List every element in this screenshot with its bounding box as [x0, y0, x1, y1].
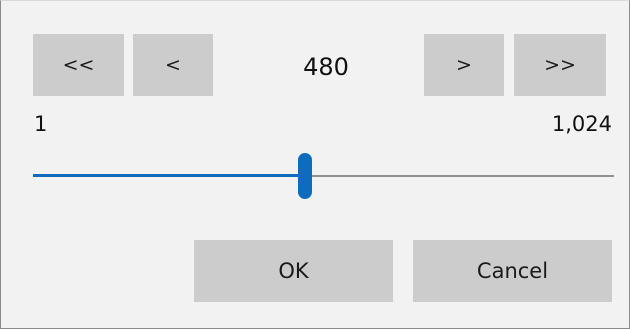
range-max-label: 1,024 — [551, 112, 612, 136]
slider-track-remaining — [305, 175, 614, 177]
slider-thumb[interactable] — [298, 153, 312, 199]
cancel-button[interactable]: Cancel — [413, 240, 612, 302]
last-page-button[interactable]: >> — [514, 34, 606, 96]
value-slider[interactable] — [33, 153, 614, 199]
next-page-button[interactable]: > — [424, 34, 504, 96]
ok-button[interactable]: OK — [194, 240, 393, 302]
current-value: 480 — [303, 53, 349, 81]
range-min-label: 1 — [34, 112, 48, 136]
page-selector-dialog: << < 480 > >> 1 1,024 OK Cancel — [0, 0, 630, 329]
previous-page-button[interactable]: < — [133, 34, 213, 96]
slider-track-filled — [33, 174, 305, 177]
first-page-button[interactable]: << — [33, 34, 124, 96]
